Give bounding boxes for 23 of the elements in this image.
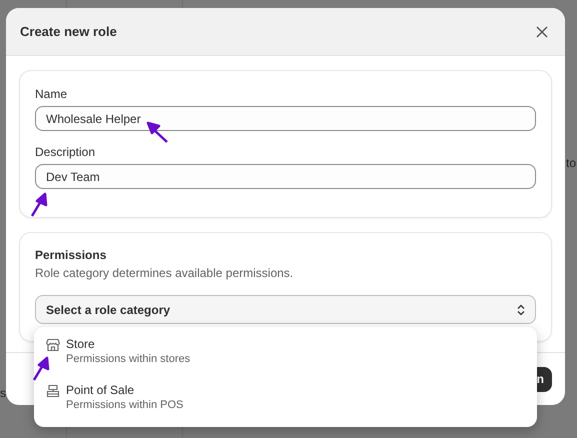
background-text: to	[566, 156, 576, 170]
select-field[interactable]: Select a role category	[35, 295, 536, 324]
option-label: Store	[66, 337, 96, 351]
input-field[interactable]: Wholesale Helper	[35, 106, 536, 131]
field-label: Name	[35, 87, 68, 101]
dropdown-option[interactable]: Store Permissions within stores	[34, 333, 537, 369]
chevron-icon	[517, 304, 525, 316]
store-icon	[46, 338, 60, 352]
section-description: Role category determines available permissions.	[35, 266, 294, 280]
dialog-title: Create new role	[20, 24, 117, 39]
field-label: Description	[35, 145, 96, 159]
register-icon	[46, 384, 60, 398]
option-description: Permissions within POS	[66, 399, 184, 411]
close-icon	[536, 26, 548, 38]
dropdown-option[interactable]: Point of Sale Permissions within POS	[34, 379, 537, 415]
pointer-arrow	[30, 192, 50, 218]
pointer-arrow	[32, 356, 52, 382]
option-label: Point of Sale	[66, 383, 136, 397]
pointer-arrow	[146, 121, 170, 145]
input-field[interactable]: Dev Team	[35, 164, 536, 189]
section-title: Permissions	[35, 248, 108, 262]
background-text: s	[0, 386, 6, 400]
option-description: Permissions within stores	[66, 353, 190, 365]
